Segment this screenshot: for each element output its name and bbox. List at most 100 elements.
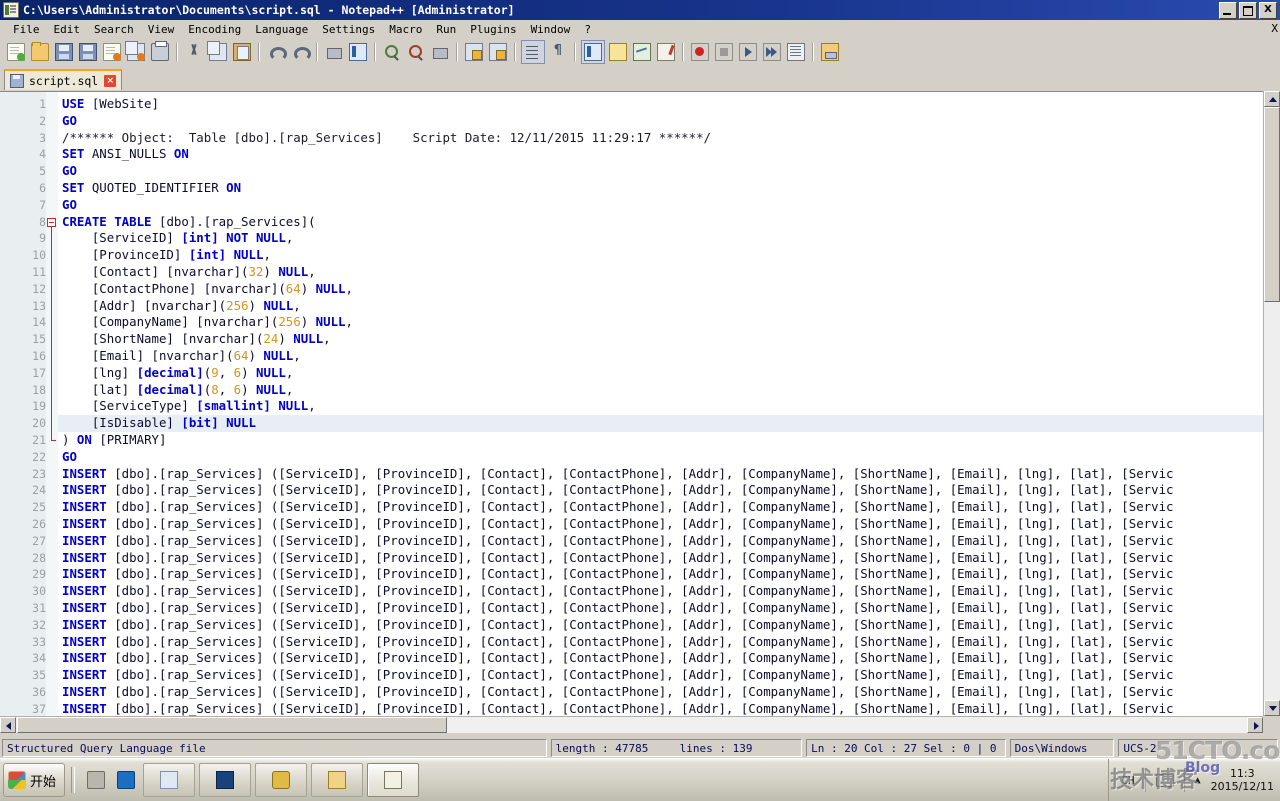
toolbar-button-save[interactable]	[53, 41, 75, 63]
code-line[interactable]: GO	[58, 197, 1263, 214]
menu-item-search[interactable]: Search	[87, 22, 141, 37]
menu-item-edit[interactable]: Edit	[47, 22, 88, 37]
toolbar-button-run[interactable]	[819, 41, 841, 63]
tab-script-sql[interactable]: script.sql ×	[4, 69, 123, 90]
toolbar-button-record-macro[interactable]	[689, 41, 711, 63]
clock[interactable]: 11:3 2015/12/11	[1211, 767, 1274, 793]
menu-item-plugins[interactable]: Plugins	[463, 22, 523, 37]
taskbar-item-sql-server-management-studio[interactable]	[199, 763, 252, 797]
toolbar-button-cut[interactable]	[183, 41, 205, 63]
code-line[interactable]: INSERT [dbo].[rap_Services] ([ServiceID]…	[58, 482, 1263, 499]
toolbar-button-play-macro[interactable]	[737, 41, 759, 63]
code-line[interactable]: INSERT [dbo].[rap_Services] ([ServiceID]…	[58, 499, 1263, 516]
horizontal-scrollbar[interactable]	[0, 716, 1263, 733]
code-line[interactable]: GO	[58, 449, 1263, 466]
toolbar-button-find[interactable]	[323, 41, 345, 63]
toolbar-button-close-all[interactable]	[125, 41, 147, 63]
fold-margin[interactable]	[46, 92, 58, 716]
code-line[interactable]: INSERT [dbo].[rap_Services] ([ServiceID]…	[58, 600, 1263, 617]
toolbar-button-save-macro[interactable]	[785, 41, 807, 63]
toolbar-button-word-wrap-lock[interactable]	[463, 41, 485, 63]
maximize-restore-button[interactable]	[1239, 2, 1257, 19]
editor[interactable]: 1 2 3 4 5 6 7 8 9 10 11 12 13 14 15 16 17 18 19 20 21 22 23 24 2…	[0, 91, 1280, 716]
toolbar-button-folder-workspace[interactable]	[631, 41, 653, 63]
toolbar-button-function-list[interactable]	[581, 40, 605, 64]
code-line[interactable]: [IsDisable] [bit] NULL	[58, 415, 1263, 432]
close-document-button[interactable]: X	[1271, 22, 1278, 35]
code-line[interactable]: [Contact] [nvarchar](32) NULL,	[58, 264, 1263, 281]
menu-item-file[interactable]: File	[6, 22, 47, 37]
toolbar-button-replace[interactable]	[347, 41, 369, 63]
toolbar-button-sync-scroll[interactable]	[429, 41, 451, 63]
start-button[interactable]: 开始	[3, 763, 66, 797]
code-line[interactable]: INSERT [dbo].[rap_Services] ([ServiceID]…	[58, 550, 1263, 567]
code-line[interactable]: CREATE TABLE [dbo].[rap_Services](	[58, 214, 1263, 231]
code-line[interactable]: [ContactPhone] [nvarchar](64) NULL,	[58, 281, 1263, 298]
code-line[interactable]: /****** Object: Table [dbo].[rap_Service…	[58, 130, 1263, 147]
toolbar-button-zoom-out[interactable]	[405, 41, 427, 63]
toolbar-button-print[interactable]	[149, 41, 171, 63]
menu-item-macro[interactable]: Macro	[382, 22, 429, 37]
code-line[interactable]: INSERT [dbo].[rap_Services] ([ServiceID]…	[58, 701, 1263, 716]
menu-item-view[interactable]: View	[141, 22, 182, 37]
show-hidden-icons-button[interactable]: ▲	[1195, 775, 1201, 786]
code-text-area[interactable]: USE [WebSite] GO/****** Object: Table [db…	[58, 92, 1263, 716]
taskbar-item-database-tools[interactable]	[255, 763, 308, 797]
menu-item-window[interactable]: Window	[524, 22, 578, 37]
vertical-scrollbar[interactable]	[1263, 91, 1280, 716]
code-line[interactable]: [Addr] [nvarchar](256) NULL,	[58, 298, 1263, 315]
toolbar-button-zoom-in[interactable]	[381, 41, 403, 63]
code-line[interactable]: [lng] [decimal](9, 6) NULL,	[58, 365, 1263, 382]
toolbar-button-show-pilcrow[interactable]: ¶	[547, 41, 569, 63]
code-line[interactable]: INSERT [dbo].[rap_Services] ([ServiceID]…	[58, 617, 1263, 634]
code-line[interactable]: INSERT [dbo].[rap_Services] ([ServiceID]…	[58, 667, 1263, 684]
menu-item-run[interactable]: Run	[429, 22, 463, 37]
toolbar-button-document-map[interactable]	[607, 41, 629, 63]
fold-collapse-icon[interactable]	[47, 217, 56, 227]
close-window-button[interactable]: X	[1259, 2, 1277, 19]
tab-close-icon[interactable]: ×	[104, 74, 117, 87]
code-line[interactable]: INSERT [dbo].[rap_Services] ([ServiceID]…	[58, 634, 1263, 651]
scroll-right-button[interactable]	[1247, 717, 1263, 733]
vertical-scroll-thumb[interactable]	[1264, 107, 1280, 302]
code-line[interactable]: [ProvinceID] [int] NULL,	[58, 247, 1263, 264]
code-line[interactable]: INSERT [dbo].[rap_Services] ([ServiceID]…	[58, 583, 1263, 600]
code-line[interactable]: INSERT [dbo].[rap_Services] ([ServiceID]…	[58, 684, 1263, 701]
code-line[interactable]: ) ON [PRIMARY]	[58, 432, 1263, 449]
menu-item-settings[interactable]: Settings	[315, 22, 382, 37]
menu-item-language[interactable]: Language	[248, 22, 315, 37]
code-line[interactable]: USE [WebSite]	[58, 96, 1263, 113]
taskbar-item-powershell[interactable]	[113, 765, 139, 795]
toolbar-button-undo[interactable]	[265, 41, 287, 63]
taskbar-item-explorer[interactable]	[311, 763, 364, 797]
toolbar-button-copy[interactable]	[207, 41, 229, 63]
menu-item-encoding[interactable]: Encoding	[181, 22, 248, 37]
menu-item-help[interactable]: ?	[577, 22, 598, 37]
code-line[interactable]: SET QUOTED_IDENTIFIER ON	[58, 180, 1263, 197]
scroll-up-button[interactable]	[1264, 91, 1280, 107]
code-line[interactable]: GO	[58, 163, 1263, 180]
toolbar-button-new-file[interactable]	[5, 41, 27, 63]
code-line[interactable]: [ServiceType] [smallint] NULL,	[58, 398, 1263, 415]
keyboard-icon[interactable]	[1155, 773, 1174, 787]
code-line[interactable]: SET ANSI_NULLS ON	[58, 146, 1263, 163]
minimize-button[interactable]	[1219, 2, 1237, 19]
code-line[interactable]: [ServiceID] [int] NOT NULL,	[58, 230, 1263, 247]
taskbar-item-notepad-plus-plus[interactable]	[367, 763, 420, 797]
code-line[interactable]: GO	[58, 113, 1263, 130]
code-line[interactable]: INSERT [dbo].[rap_Services] ([ServiceID]…	[58, 533, 1263, 550]
code-line[interactable]: INSERT [dbo].[rap_Services] ([ServiceID]…	[58, 466, 1263, 483]
toolbar-button-close-file[interactable]	[101, 41, 123, 63]
ime-indicator[interactable]: CH	[1121, 774, 1134, 787]
toolbar-button-open-file[interactable]	[29, 41, 51, 63]
toolbar-button-redo[interactable]	[289, 41, 311, 63]
toolbar-button-save-all[interactable]	[77, 41, 99, 63]
toolbar-button-indent-guide[interactable]	[521, 40, 545, 64]
toolbar-button-all-chars-lock[interactable]	[487, 41, 509, 63]
scroll-down-button[interactable]	[1264, 700, 1280, 716]
taskbar-item-notepad[interactable]	[143, 763, 196, 797]
horizontal-scroll-thumb[interactable]	[17, 717, 447, 733]
code-line[interactable]: INSERT [dbo].[rap_Services] ([ServiceID]…	[58, 566, 1263, 583]
code-line[interactable]: [CompanyName] [nvarchar](256) NULL,	[58, 314, 1263, 331]
taskbar-item-server-manager[interactable]	[83, 765, 109, 795]
